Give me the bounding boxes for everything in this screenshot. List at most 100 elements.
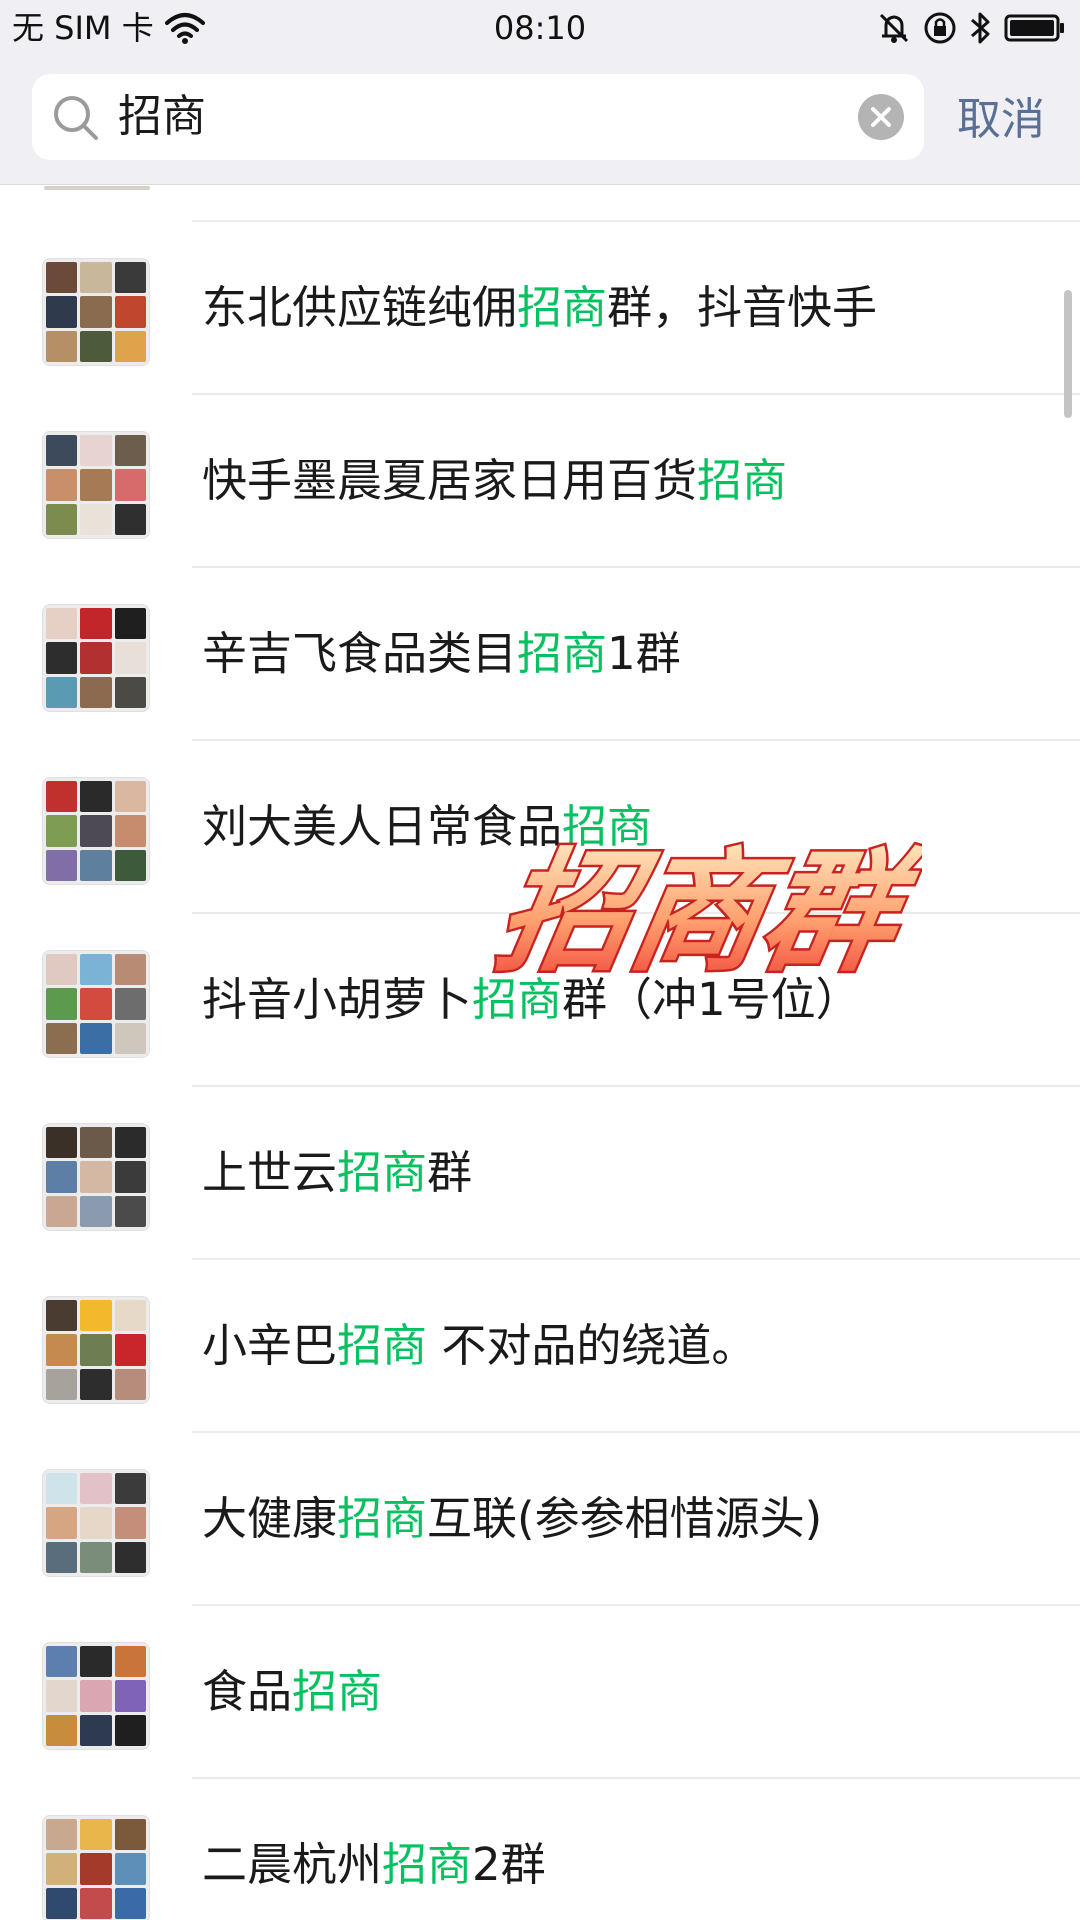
avatar-tile xyxy=(114,1714,146,1746)
name-match-highlight: 招商 xyxy=(337,1319,428,1372)
group-avatar xyxy=(42,1123,150,1231)
name-match-highlight: 招商 xyxy=(517,281,608,334)
search-query[interactable]: 招商 xyxy=(118,89,206,145)
avatar-tile xyxy=(46,1507,78,1539)
avatar-tile xyxy=(46,1161,78,1193)
avatar-tile xyxy=(80,1646,112,1678)
avatar-tile xyxy=(80,1887,112,1919)
mute-icon xyxy=(879,13,909,43)
name-suffix: 群 xyxy=(427,1146,473,1199)
name-match-highlight: 招商 xyxy=(517,627,608,680)
avatar-tile xyxy=(80,1195,112,1227)
result-row[interactable]: 上世云招商群 xyxy=(0,1087,1080,1260)
result-row[interactable]: 二晨杭州招商2群 xyxy=(0,1779,1080,1920)
avatar-tile xyxy=(114,1887,146,1919)
result-row[interactable]: 小辛巴招商 不对品的绕道。 xyxy=(0,1260,1080,1433)
avatar-tile xyxy=(46,262,78,294)
avatar-tile xyxy=(46,815,78,847)
avatar-tile xyxy=(114,330,146,362)
group-avatar xyxy=(42,1469,150,1577)
avatar-tile xyxy=(80,435,112,467)
result-row[interactable]: 食品招商 xyxy=(0,1606,1080,1779)
avatar-tile xyxy=(80,262,112,294)
avatar-tile xyxy=(46,296,78,328)
avatar-tile xyxy=(46,1127,78,1159)
result-row[interactable]: 东北供应链纯佣招商群，抖音快手 xyxy=(0,222,1080,395)
name-prefix: 快手墨晨夏居家日用百货 xyxy=(202,454,698,507)
search-results-list[interactable]: 东北供应链纯佣招商群，抖音快手 快手墨晨夏居家日用百货招商 辛吉飞食品类目招商1… xyxy=(0,186,1080,1920)
partial-result-row[interactable] xyxy=(0,186,1080,222)
avatar-tile xyxy=(80,815,112,847)
group-name: 辛吉飞食品类目招商1群 xyxy=(202,626,681,682)
name-suffix: 不对品的绕道。 xyxy=(427,1319,757,1372)
avatar-tile xyxy=(80,1853,112,1885)
avatar-tile xyxy=(80,1507,112,1539)
group-avatar xyxy=(42,777,150,885)
avatar-tile xyxy=(114,1680,146,1712)
avatar-tile xyxy=(46,330,78,362)
avatar-tile xyxy=(46,1714,78,1746)
avatar-tile xyxy=(114,1819,146,1851)
avatar-tile xyxy=(114,469,146,501)
avatar-tile xyxy=(114,1334,146,1366)
avatar-tile xyxy=(80,1541,112,1573)
avatar-tile xyxy=(114,1507,146,1539)
clear-search-button[interactable] xyxy=(858,94,904,140)
group-avatar xyxy=(42,1296,150,1404)
search-input[interactable]: 招商 xyxy=(32,74,924,160)
avatar-tile xyxy=(114,1368,146,1400)
name-match-highlight: 招商 xyxy=(292,1665,383,1718)
avatar-tile xyxy=(46,1541,78,1573)
group-name: 食品招商 xyxy=(202,1664,382,1720)
avatar-tile xyxy=(46,781,78,813)
result-row[interactable]: 快手墨晨夏居家日用百货招商 xyxy=(0,395,1080,568)
clear-icon xyxy=(871,107,891,127)
avatar-tile xyxy=(46,1473,78,1505)
avatar-tile xyxy=(46,1853,78,1885)
avatar-tile xyxy=(46,503,78,535)
avatar-tile xyxy=(114,954,146,986)
avatar-tile xyxy=(80,1473,112,1505)
search-header: 招商 取消 xyxy=(0,56,1080,185)
avatar-tile xyxy=(80,1127,112,1159)
result-row[interactable]: 辛吉飞食品类目招商1群 xyxy=(0,568,1080,741)
avatar-tile xyxy=(80,1819,112,1851)
avatar-tile xyxy=(114,815,146,847)
group-name: 东北供应链纯佣招商群，抖音快手 xyxy=(202,280,877,336)
group-avatar xyxy=(42,1642,150,1750)
avatar-tile xyxy=(46,469,78,501)
name-prefix: 东北供应链纯佣 xyxy=(202,281,518,334)
avatar-tile xyxy=(80,296,112,328)
name-suffix: 2群 xyxy=(472,1838,546,1891)
result-row[interactable]: 大健康招商互联(参参相惜源头) xyxy=(0,1433,1080,1606)
avatar-tile xyxy=(114,676,146,708)
status-bar: 无 SIM 卡 08:10 xyxy=(0,0,1080,56)
avatar-tile xyxy=(114,1853,146,1885)
scrollbar[interactable] xyxy=(1064,290,1072,418)
avatar-tile xyxy=(46,1334,78,1366)
avatar-tile xyxy=(46,676,78,708)
avatar-tile xyxy=(46,1887,78,1919)
avatar-tile xyxy=(114,435,146,467)
name-suffix: 1群 xyxy=(607,627,681,680)
group-avatar xyxy=(42,950,150,1058)
avatar-tile xyxy=(46,1646,78,1678)
rotation-lock-icon xyxy=(924,12,956,44)
name-prefix: 食品 xyxy=(202,1665,293,1718)
battery-icon xyxy=(1004,14,1064,42)
avatar-tile xyxy=(114,642,146,674)
avatar-tile xyxy=(114,1127,146,1159)
group-name: 二晨杭州招商2群 xyxy=(202,1837,546,1893)
avatar-tile xyxy=(80,1368,112,1400)
name-prefix: 抖音小胡萝卜 xyxy=(202,973,473,1026)
group-name: 快手墨晨夏居家日用百货招商 xyxy=(202,453,787,509)
status-right xyxy=(876,8,1066,48)
cancel-button[interactable]: 取消 xyxy=(957,92,1045,148)
name-match-highlight: 招商 xyxy=(337,1146,428,1199)
avatar-tile xyxy=(114,781,146,813)
name-match-highlight: 招商 xyxy=(382,1838,473,1891)
group-avatar xyxy=(42,431,150,539)
avatar-tile xyxy=(46,435,78,467)
name-prefix: 大健康 xyxy=(202,1492,338,1545)
avatar-tile xyxy=(80,503,112,535)
